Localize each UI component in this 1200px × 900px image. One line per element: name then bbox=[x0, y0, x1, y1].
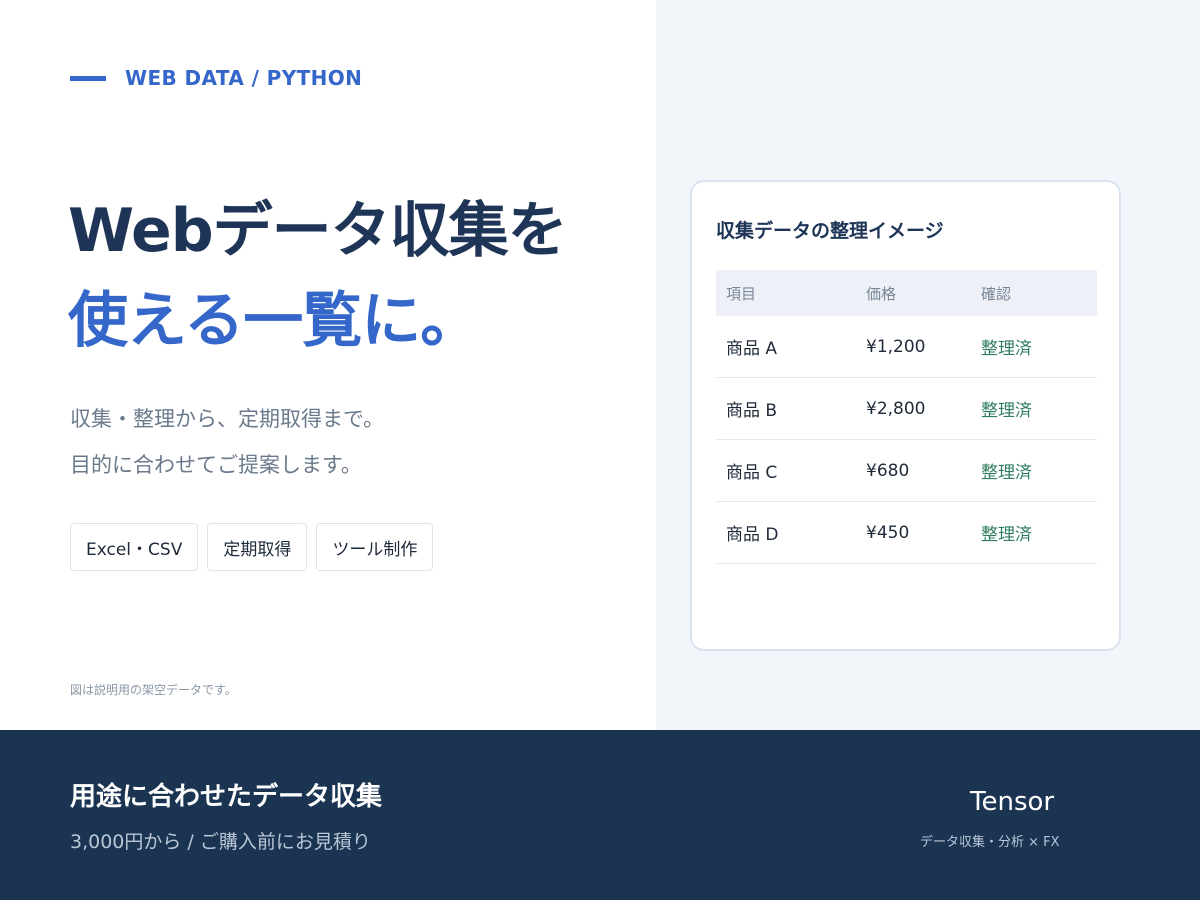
cell-item: 商品 C bbox=[726, 463, 778, 483]
cell-status: 整理済 bbox=[981, 339, 1032, 359]
disclaimer-note: 図は説明用の架空データです。 bbox=[70, 683, 237, 697]
header-price: 価格 bbox=[866, 284, 897, 303]
hero-section: WEB DATA / PYTHON Webデータ収集を 使える一覧に。 収集・整… bbox=[0, 0, 656, 730]
data-preview-card: 収集データの整理イメージ 項目 価格 確認 商品 A ¥1,200 整理済 商品… bbox=[690, 180, 1121, 651]
header-status: 確認 bbox=[981, 284, 1012, 303]
tag-scheduled-fetch: 定期取得 bbox=[207, 523, 308, 571]
card-title: 収集データの整理イメージ bbox=[716, 220, 944, 242]
table-header: 項目 価格 確認 bbox=[716, 270, 1097, 316]
cell-price: ¥1,200 bbox=[866, 336, 926, 357]
header-item: 項目 bbox=[726, 284, 757, 303]
cell-item: 商品 B bbox=[726, 401, 778, 421]
footer-title: 用途に合わせたデータ収集 bbox=[70, 782, 383, 812]
brand-name: Tensor bbox=[970, 787, 1055, 817]
eyebrow-label: WEB DATA / PYTHON bbox=[125, 66, 363, 90]
lead-line-2: 目的に合わせてご提案します。 bbox=[70, 453, 362, 477]
table-row: 商品 D ¥450 整理済 bbox=[716, 502, 1097, 564]
lead-line-1: 収集・整理から、定期取得まで。 bbox=[70, 407, 385, 431]
table-row: 商品 C ¥680 整理済 bbox=[716, 440, 1097, 502]
cell-status: 整理済 bbox=[981, 525, 1032, 545]
feature-tags: Excel・CSV 定期取得 ツール制作 bbox=[70, 523, 442, 571]
tag-tool-creation: ツール制作 bbox=[316, 523, 434, 571]
cell-price: ¥680 bbox=[866, 460, 910, 481]
cell-item: 商品 A bbox=[726, 339, 778, 359]
cell-item: 商品 D bbox=[726, 525, 779, 545]
table-row: 商品 A ¥1,200 整理済 bbox=[716, 316, 1097, 378]
data-table: 項目 価格 確認 商品 A ¥1,200 整理済 商品 B ¥2,800 整理済… bbox=[716, 270, 1097, 564]
tag-excel-csv: Excel・CSV bbox=[70, 523, 199, 571]
lead-text: 収集・整理から、定期取得まで。 目的に合わせてご提案します。 bbox=[70, 396, 384, 488]
brand-tagline: データ収集・分析 × FX bbox=[920, 835, 1060, 850]
footer-subtitle: 3,000円から / ご購入前にお見積り bbox=[70, 831, 371, 853]
table-row: 商品 B ¥2,800 整理済 bbox=[716, 378, 1097, 440]
headline-line-2: 使える一覧に。 bbox=[68, 286, 480, 356]
cell-status: 整理済 bbox=[981, 401, 1032, 421]
headline: Webデータ収集を 使える一覧に。 bbox=[68, 186, 568, 366]
cell-status: 整理済 bbox=[981, 463, 1032, 483]
headline-line-1: Webデータ収集を bbox=[68, 196, 568, 266]
cell-price: ¥2,800 bbox=[866, 398, 926, 419]
eyebrow-accent-bar bbox=[70, 75, 106, 81]
eyebrow: WEB DATA / PYTHON bbox=[70, 66, 362, 90]
footer-banner: 用途に合わせたデータ収集 3,000円から / ご購入前にお見積り Tensor… bbox=[0, 730, 1200, 900]
cell-price: ¥450 bbox=[866, 522, 910, 543]
